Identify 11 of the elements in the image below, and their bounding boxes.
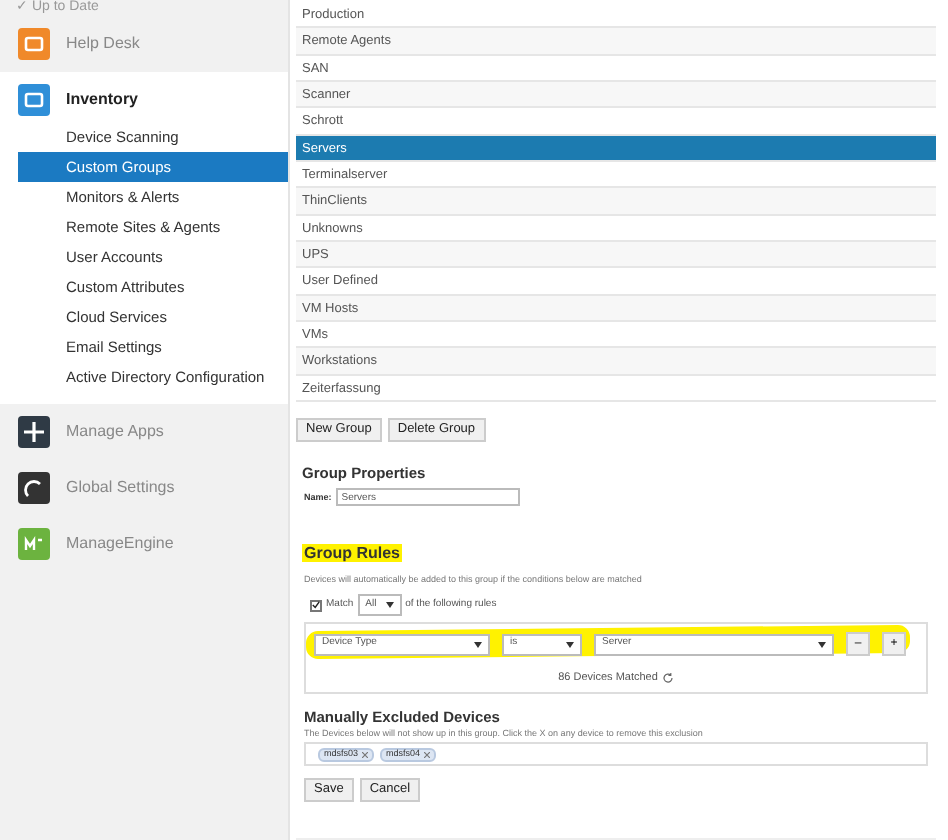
nav-item[interactable]: Inventory: [0, 84, 288, 116]
remove-icon[interactable]: [424, 751, 431, 758]
caret-icon: [818, 641, 826, 648]
refresh-icon[interactable]: [661, 672, 674, 685]
check-icon: [312, 600, 320, 611]
match-checkbox[interactable]: [310, 599, 322, 612]
caret-icon: [566, 641, 574, 648]
caret-icon: [474, 641, 482, 648]
remove-icon[interactable]: [362, 751, 369, 758]
section-title: Group Rules: [302, 544, 403, 563]
caret-icon: [385, 602, 394, 609]
